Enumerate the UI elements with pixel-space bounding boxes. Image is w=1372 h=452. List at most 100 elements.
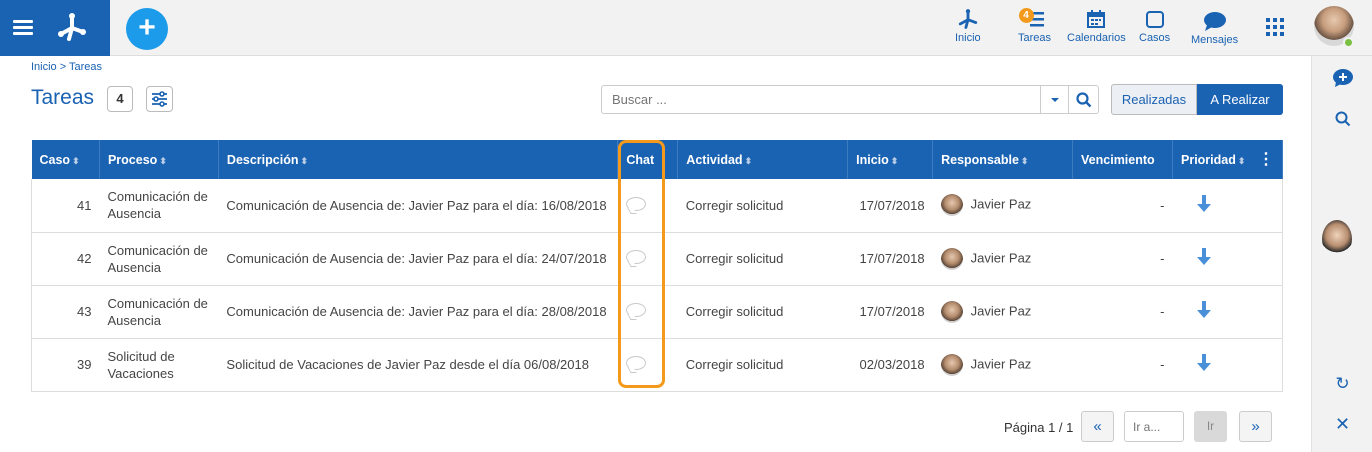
apps-grid-icon[interactable] (1266, 18, 1284, 41)
hamburger-menu-icon[interactable] (13, 20, 33, 36)
online-status-icon (1343, 37, 1354, 48)
refresh-icon[interactable]: ↻ (1312, 374, 1372, 394)
table-row[interactable]: 41 Comunicación de Ausencia Comunicación… (31, 179, 1283, 233)
close-icon[interactable]: ✕ (1312, 414, 1372, 435)
search-icon[interactable] (1312, 111, 1372, 132)
col-proceso[interactable]: Proceso ⬍ (99, 140, 219, 179)
cell-chat (617, 285, 678, 339)
cell-caso: 42 (31, 232, 100, 286)
priority-low-arrow-icon (1196, 301, 1211, 318)
cell-proceso: Comunicación de Ausencia (99, 232, 219, 286)
col-label: Chat (626, 152, 655, 167)
cell-chat (617, 179, 678, 233)
done-tasks-toggle[interactable]: Realizadas (1111, 84, 1197, 115)
sort-icon: ⬍ (159, 155, 167, 166)
cell-actividad: Corregir solicitud (677, 285, 848, 339)
sort-icon: ⬍ (890, 155, 899, 166)
first-page-button[interactable]: « (1081, 411, 1114, 442)
cell-proceso: Comunicación de Ausencia (99, 179, 219, 233)
col-label: Inicio (856, 152, 889, 167)
col-inicio[interactable]: Inicio ⬍ (847, 140, 934, 179)
sort-icon: ⬍ (300, 155, 309, 166)
cell-vencimiento: - (1072, 179, 1173, 233)
caret-down-icon (1050, 97, 1059, 102)
col-label: Descripción (226, 152, 299, 167)
page-title: Tareas (31, 86, 95, 109)
nav-mensajes[interactable]: Mensajes (1191, 8, 1238, 46)
cell-caso: 41 (31, 179, 100, 233)
pagination-info: Página 1 / 1 (1004, 420, 1074, 435)
last-page-button[interactable]: » (1239, 411, 1272, 442)
search-dropdown-button[interactable] (1041, 85, 1069, 114)
search-button[interactable] (1069, 85, 1099, 114)
nav-casos[interactable]: Casos (1139, 6, 1170, 44)
responsible-name: Javier Paz (970, 355, 1032, 371)
nav-label: Calendarios (1067, 32, 1126, 44)
col-caso[interactable]: Caso ⬍ (31, 140, 100, 179)
go-button[interactable]: Ir (1194, 411, 1227, 442)
nav-tareas[interactable]: 4 Tareas (1018, 6, 1051, 44)
cell-responsable: Javier Paz (932, 179, 1073, 233)
cell-chat (617, 232, 678, 286)
nav-inicio[interactable]: Inicio (955, 6, 981, 44)
cell-actividad: Corregir solicitud (677, 179, 848, 233)
responsible-avatar (940, 353, 963, 376)
chat-bubble-icon[interactable] (625, 196, 646, 211)
cell-inicio: 02/03/2018 (847, 338, 933, 392)
cell-responsable: Javier Paz (932, 338, 1073, 392)
cell-actividad: Corregir solicitud (677, 338, 848, 392)
brand-area (0, 0, 110, 56)
col-descripcion[interactable]: Descripción ⬍ (218, 140, 619, 179)
search-icon (1075, 91, 1091, 107)
table-row[interactable]: 42 Comunicación de Ausencia Comunicación… (31, 232, 1283, 286)
col-chat: Chat (617, 140, 679, 179)
responsible-name: Javier Paz (970, 196, 1032, 212)
table-header-row: Caso ⬍ Proceso ⬍ Descripción ⬍ Chat Activid… (31, 140, 1283, 179)
responsible-avatar (940, 300, 963, 323)
chat-bubble-icon[interactable] (625, 250, 646, 264)
cell-inicio: 17/07/2018 (847, 285, 933, 339)
task-count-badge: 4 (107, 86, 133, 112)
responsible-name: Javier Paz (970, 302, 1032, 318)
process-logo-icon[interactable] (55, 12, 89, 42)
cell-caso: 39 (31, 338, 100, 392)
cell-descripcion: Comunicación de Ausencia de: Javier Paz … (218, 285, 618, 339)
process-logo-icon (956, 6, 980, 32)
tasks-badge: 4 (1018, 8, 1034, 23)
responsible-avatar (940, 194, 963, 217)
sort-icon: ⬍ (744, 155, 753, 166)
nav-label: Casos (1139, 32, 1171, 44)
cell-prioridad (1172, 179, 1283, 233)
cell-vencimiento: - (1072, 232, 1173, 286)
cell-caso: 43 (31, 285, 100, 339)
priority-low-arrow-icon (1196, 354, 1211, 371)
sliders-icon (152, 91, 167, 107)
chat-bubble-icon[interactable] (625, 303, 646, 317)
col-actividad[interactable]: Actividad ⬍ (677, 140, 849, 179)
goto-page-input[interactable] (1124, 411, 1184, 442)
cell-vencimiento: - (1072, 285, 1173, 339)
col-responsable[interactable]: Responsable ⬍ (932, 140, 1074, 179)
nav-calendarios[interactable]: Calendarios (1067, 6, 1126, 44)
column-options-icon[interactable]: ⋮ (1258, 149, 1274, 169)
chat-bubble-icon[interactable] (625, 356, 646, 370)
breadcrumb[interactable]: Inicio > Tareas (31, 61, 102, 73)
cell-responsable: Javier Paz (932, 232, 1073, 286)
nav-label: Inicio (955, 32, 981, 44)
tasks-icon: 4 (1018, 6, 1049, 32)
col-prioridad[interactable]: Prioridad ⬍ ⋮ (1172, 140, 1283, 179)
table-row[interactable]: 39 Solicitud de Vacaciones Solicitud de … (31, 338, 1283, 392)
cell-prioridad (1172, 338, 1283, 392)
nav-label: Mensajes (1191, 34, 1239, 46)
col-label: Caso (39, 152, 71, 167)
contact-avatar[interactable] (1322, 220, 1352, 258)
table-row[interactable]: 43 Comunicación de Ausencia Comunicación… (31, 285, 1283, 339)
search-input[interactable] (601, 85, 1041, 114)
filter-settings-button[interactable] (146, 86, 173, 112)
cell-vencimiento: - (1072, 338, 1173, 392)
add-new-button[interactable]: + (126, 8, 168, 50)
tasks-table: Caso ⬍ Proceso ⬍ Descripción ⬍ Chat Activid… (31, 140, 1283, 392)
top-bar: + Inicio 4 Tareas Calendarios Casos Mens… (0, 0, 1372, 56)
new-chat-icon[interactable] (1312, 68, 1372, 93)
todo-tasks-toggle[interactable]: A Realizar (1197, 84, 1283, 115)
